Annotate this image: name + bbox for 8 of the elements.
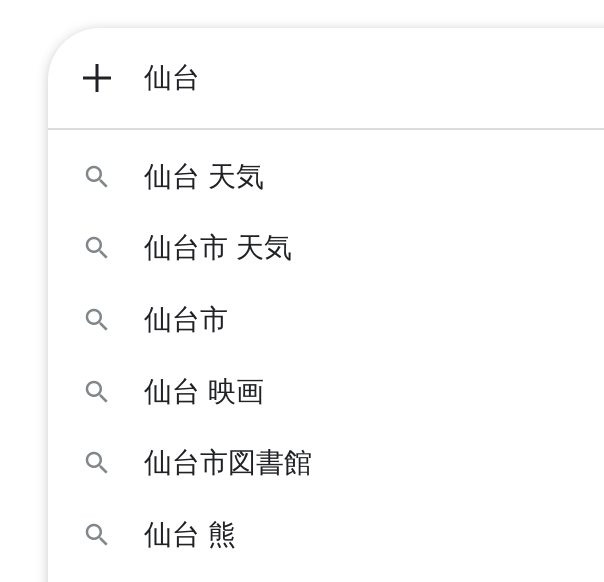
search-field[interactable]: 仙台 xyxy=(144,62,444,94)
suggestion-item[interactable]: 仙台 天気 xyxy=(48,141,604,213)
suggestion-item[interactable]: 仙台 映画 xyxy=(48,356,604,428)
suggestion-item[interactable]: 仙台市 xyxy=(48,284,604,356)
suggestion-item[interactable]: 仙台 熊 xyxy=(48,498,604,571)
suggestion-item[interactable]: 仙台市図書館 xyxy=(48,427,604,499)
plus-icon[interactable] xyxy=(80,61,114,95)
suggestion-item[interactable]: 仙台市 天気 xyxy=(48,212,604,284)
